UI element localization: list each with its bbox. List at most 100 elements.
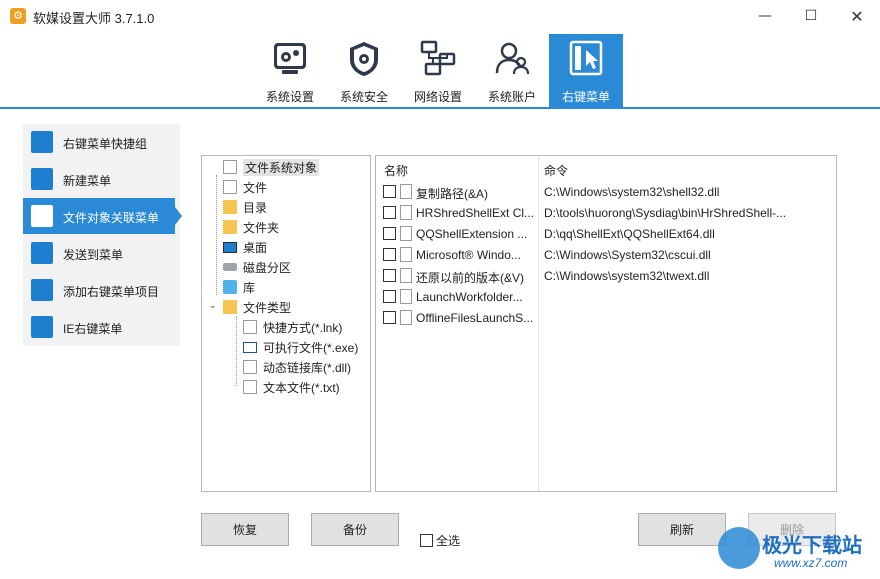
tree-label: 快捷方式(*.lnk) <box>263 320 343 335</box>
tree-node-directory[interactable]: 目录 <box>223 198 267 216</box>
minimize-button[interactable]: — <box>742 0 788 32</box>
window-title: 软媒设置大师 3.7.1.0 <box>33 11 155 26</box>
nav-label: 文件对象关联菜单 <box>63 211 160 225</box>
tab-network-settings[interactable]: 网络设置 <box>401 34 475 108</box>
folder-icon <box>223 220 237 234</box>
tree-label: 磁盘分区 <box>243 260 292 275</box>
tab-system-settings[interactable]: 系统设置 <box>253 34 327 108</box>
document-icon <box>400 289 412 304</box>
text-file-icon <box>243 380 257 394</box>
tree-node-file[interactable]: 文件 <box>223 178 267 196</box>
row-checkbox[interactable] <box>383 227 396 240</box>
row-name: OfflineFilesLaunchS... <box>416 311 534 325</box>
list-row[interactable]: 复制路径(&A) C:\Windows\system32\shell32.dll <box>376 181 836 202</box>
maximize-button[interactable]: ☐ <box>788 0 834 32</box>
nav-item-send-to[interactable]: 发送到菜单 <box>23 235 180 271</box>
row-checkbox[interactable] <box>383 290 396 303</box>
tree-label: 可执行文件(*.exe) <box>263 340 359 355</box>
dll-icon <box>400 247 412 262</box>
tree-label: 目录 <box>243 200 268 215</box>
file-assoc-icon <box>31 205 53 227</box>
tree-node-filetypes[interactable]: 文件类型 <box>223 298 291 316</box>
dll-icon <box>400 268 412 283</box>
refresh-button[interactable]: 刷新 <box>638 513 726 546</box>
row-checkbox[interactable] <box>383 185 396 198</box>
users-icon <box>495 42 530 75</box>
object-tree[interactable]: 文件系统对象 文件 目录 文件夹 桌面 磁盘分区 库 ⌄ 文件类型 快捷方式(*… <box>201 155 371 492</box>
checkbox-box[interactable] <box>420 534 433 547</box>
row-name: Microsoft® Windo... <box>416 248 521 262</box>
nav-label: 新建菜单 <box>63 174 112 188</box>
library-icon <box>223 280 237 294</box>
tree-node-txt[interactable]: 文本文件(*.txt) <box>243 378 340 396</box>
row-command: D:\qq\ShellExt\QQShellExt64.dll <box>544 227 715 241</box>
dll-icon <box>400 184 412 199</box>
send-to-icon <box>31 242 53 264</box>
nav-label: 发送到菜单 <box>63 248 124 262</box>
tree-line <box>216 175 217 295</box>
tab-context-menu[interactable]: 右键菜单 <box>549 34 623 108</box>
nav-item-file-assoc[interactable]: 文件对象关联菜单 <box>23 198 175 234</box>
nav-label: 右键菜单快捷组 <box>63 137 148 151</box>
cursor-menu-icon <box>569 40 603 76</box>
menu-item-list[interactable]: 名称 命令 复制路径(&A) C:\Windows\system32\shell… <box>375 155 837 492</box>
tree-node-desktop[interactable]: 桌面 <box>223 238 267 256</box>
list-row[interactable]: OfflineFilesLaunchS... <box>376 307 836 328</box>
desktop-icon <box>223 241 237 253</box>
disk-icon <box>223 263 237 271</box>
watermark-logo-icon <box>718 527 760 569</box>
row-name: 还原以前的版本(&V) <box>416 271 525 285</box>
document-icon <box>223 180 237 194</box>
tree-node-lnk[interactable]: 快捷方式(*.lnk) <box>243 318 342 336</box>
folder-icon <box>223 200 237 214</box>
list-row[interactable]: 还原以前的版本(&V) C:\Windows\system32\twext.dl… <box>376 265 836 286</box>
add-item-icon <box>31 279 53 301</box>
ie-icon <box>31 316 53 338</box>
new-menu-icon <box>31 168 53 190</box>
column-header-name[interactable]: 名称 <box>384 162 408 179</box>
tree-label: 库 <box>243 280 256 295</box>
list-row[interactable]: QQShellExtension ... D:\qq\ShellExt\QQSh… <box>376 223 836 244</box>
tree-label: 文件夹 <box>243 220 280 235</box>
network-icon <box>420 40 456 76</box>
chevron-down-icon[interactable]: ⌄ <box>209 301 217 311</box>
tree-label: 文件系统对象 <box>243 158 320 176</box>
tree-node-library[interactable]: 库 <box>223 278 255 296</box>
shield-gear-icon <box>350 42 378 76</box>
menu-group-icon <box>31 131 53 153</box>
nav-item-ie-menu[interactable]: IE右键菜单 <box>23 309 180 345</box>
dll-icon <box>243 360 257 374</box>
close-button[interactable]: ✕ <box>834 0 880 32</box>
tree-root-node[interactable]: 文件系统对象 <box>223 158 320 176</box>
row-checkbox[interactable] <box>383 311 396 324</box>
nav-item-new-menu[interactable]: 新建菜单 <box>23 161 180 197</box>
tree-node-dll[interactable]: 动态链接库(*.dll) <box>243 358 351 376</box>
tree-node-disk[interactable]: 磁盘分区 <box>223 258 291 276</box>
tree-node-exe[interactable]: 可执行文件(*.exe) <box>243 338 358 356</box>
row-checkbox[interactable] <box>383 269 396 282</box>
select-all-checkbox[interactable]: 全选 <box>420 532 460 549</box>
nav-item-menu-group[interactable]: 右键菜单快捷组 <box>23 124 180 160</box>
list-row[interactable]: LaunchWorkfolder... <box>376 286 836 307</box>
list-row[interactable]: HRShredShellExt Cl... D:\tools\huorong\S… <box>376 202 836 223</box>
row-command: D:\tools\huorong\Sysdiag\bin\HrShredShel… <box>544 206 787 220</box>
tab-system-security[interactable]: 系统安全 <box>327 34 401 108</box>
list-header: 名称 命令 <box>376 156 836 180</box>
row-checkbox[interactable] <box>383 248 396 261</box>
dll-icon <box>400 205 412 220</box>
list-row[interactable]: Microsoft® Windo... C:\Windows\System32\… <box>376 244 836 265</box>
tree-label: 文本文件(*.txt) <box>263 380 340 395</box>
nav-item-add-item[interactable]: 添加右键菜单项目 <box>23 272 180 308</box>
row-checkbox[interactable] <box>383 206 396 219</box>
tree-label: 文件类型 <box>243 300 292 315</box>
row-command: C:\Windows\system32\twext.dll <box>544 269 710 283</box>
tree-node-folder[interactable]: 文件夹 <box>223 218 279 236</box>
tree-label: 桌面 <box>243 240 268 255</box>
restore-button[interactable]: 恢复 <box>201 513 289 546</box>
tree-label: 动态链接库(*.dll) <box>263 360 352 375</box>
backup-button[interactable]: 备份 <box>311 513 399 546</box>
select-all-label: 全选 <box>436 534 461 548</box>
column-header-command[interactable]: 命令 <box>544 162 568 179</box>
tab-system-accounts[interactable]: 系统账户 <box>475 34 549 108</box>
document-icon <box>223 160 237 174</box>
